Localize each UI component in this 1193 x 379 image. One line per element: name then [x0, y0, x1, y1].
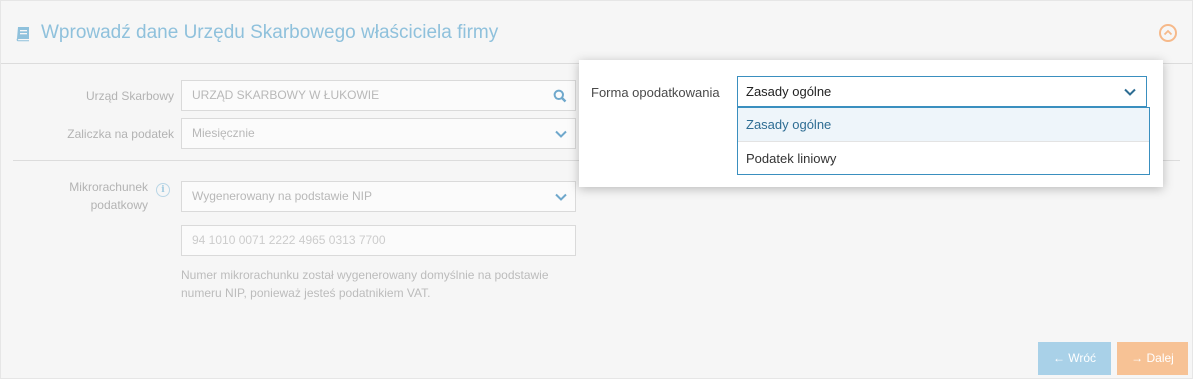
chevron-up-icon: [1163, 29, 1173, 36]
taxation-form-select[interactable]: Zasady ogólne: [737, 76, 1147, 107]
page-title: Wprowadź dane Urzędu Skarbowego właścici…: [41, 22, 499, 43]
collapse-button[interactable]: [1159, 24, 1177, 42]
chevron-down-icon: [1124, 88, 1136, 96]
book-icon: [16, 27, 29, 42]
taxation-form-popup: Forma opodatkowania Zasady ogólne Zasady…: [579, 60, 1163, 187]
micro-account-number-field[interactable]: 94 1010 0071 2222 4965 0313 7700: [181, 225, 576, 256]
micro-account-label-line2: podatkowy: [90, 198, 148, 212]
chevron-down-icon: [555, 130, 567, 138]
tax-office-field[interactable]: URZĄD SKARBOWY W ŁUKOWIE: [181, 80, 576, 111]
advance-label: Zaliczka na podatek: [67, 127, 174, 141]
tax-office-label: Urząd Skarbowy: [85, 89, 174, 103]
micro-account-label-line1: Mikrorachunek: [69, 180, 148, 194]
tax-office-value: URZĄD SKARBOWY W ŁUKOWIE: [192, 88, 380, 102]
tax-office-panel: Wprowadź dane Urzędu Skarbowego właścici…: [0, 0, 1193, 379]
back-button[interactable]: ← Wróć: [1038, 342, 1111, 375]
taxation-form-label: Forma opodatkowania: [591, 85, 720, 100]
micro-account-number: 94 1010 0071 2222 4965 0313 7700: [192, 233, 386, 247]
micro-account-helper-text: Numer mikrorachunku został wygenerowany …: [181, 268, 549, 300]
option-podatek-liniowy[interactable]: Podatek liniowy: [738, 142, 1149, 175]
panel-header: Wprowadź dane Urzędu Skarbowego właścici…: [1, 1, 1192, 64]
micro-account-select-value: Wygenerowany na podstawie NIP: [192, 189, 372, 203]
search-icon[interactable]: [553, 89, 567, 103]
taxation-form-selected: Zasady ogólne: [746, 84, 832, 99]
taxation-form-options: Zasady ogólne Podatek liniowy: [737, 107, 1150, 175]
micro-account-select[interactable]: Wygenerowany na podstawie NIP: [181, 181, 576, 212]
info-icon[interactable]: i: [156, 183, 170, 197]
chevron-down-icon: [555, 193, 567, 201]
advance-value: Miesięcznie: [192, 126, 255, 140]
advance-select[interactable]: Miesięcznie: [181, 118, 576, 149]
option-zasady-ogolne[interactable]: Zasady ogólne: [738, 108, 1149, 142]
next-button[interactable]: → Dalej: [1117, 342, 1188, 375]
